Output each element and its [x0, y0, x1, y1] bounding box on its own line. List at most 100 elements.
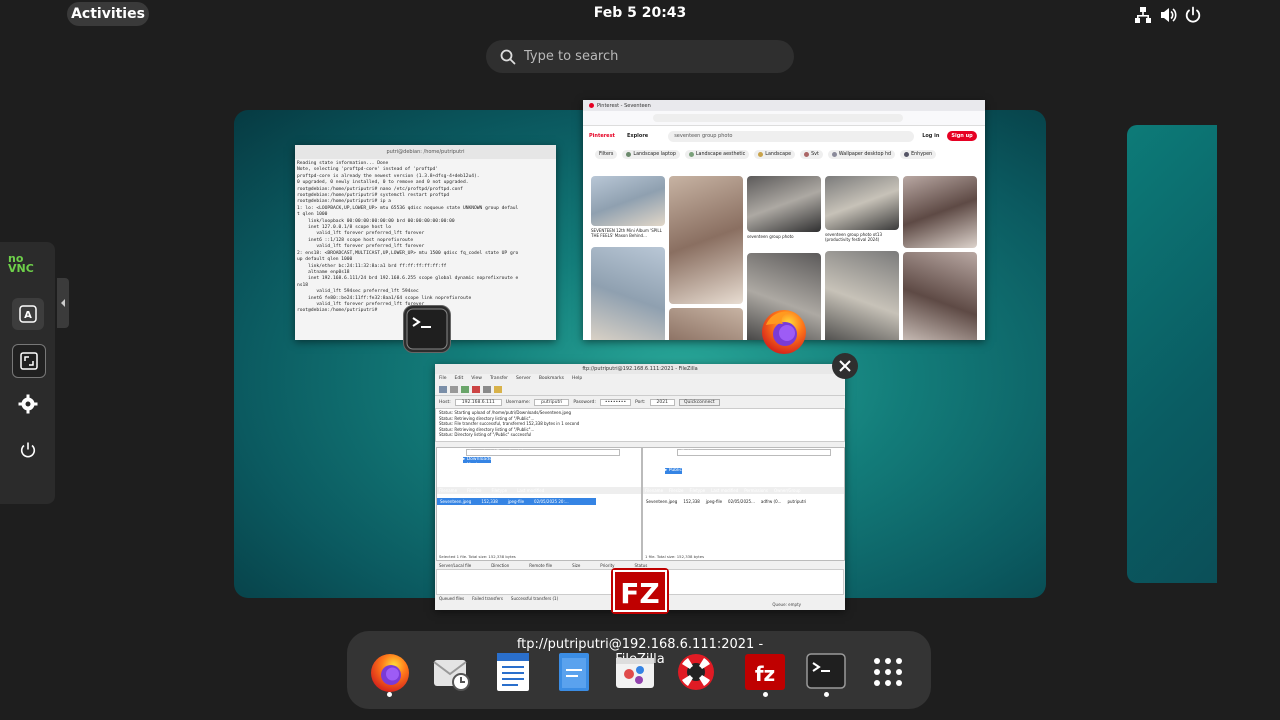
filter-chip[interactable]: Landscape laptop	[622, 149, 680, 159]
close-window-button[interactable]	[832, 353, 858, 379]
dash-software-icon[interactable]	[613, 650, 657, 694]
remote-file-row[interactable]: Seventeen.jpeg 152,338 jpeg-file 02/05/202…	[643, 498, 844, 505]
column-header[interactable]: Server/Local file	[439, 563, 471, 568]
dash-help-icon[interactable]	[674, 650, 718, 694]
filter-chip[interactable]: Landscape	[754, 149, 796, 159]
explore-link[interactable]: Explore	[627, 133, 648, 139]
dash-firefox-icon[interactable]	[368, 650, 412, 694]
filter-chip[interactable]: Svt	[800, 149, 823, 159]
quickconnect-bar: Host: 192.168.6.111 Username: putriputri P…	[435, 396, 845, 408]
pin-image[interactable]	[669, 176, 743, 304]
column-header[interactable]: Priority	[600, 563, 614, 568]
filezilla-running-indicator	[763, 692, 768, 697]
clock[interactable]: Feb 5 20:43	[560, 5, 720, 21]
network-icon[interactable]	[1134, 6, 1152, 24]
pin-column: seventeen group photo ot13 (productivity…	[825, 176, 899, 340]
username-input[interactable]: putriputri	[534, 398, 570, 406]
menu-item[interactable]: Edit	[455, 376, 464, 381]
local-file-row[interactable]: Seventeen.jpeg 152,338 jpeg-file 02/05/202…	[437, 498, 596, 505]
quickconnect-button[interactable]: Quickconnect	[678, 398, 720, 406]
dash-text-editor-icon[interactable]	[552, 650, 596, 694]
column-header[interactable]: Remote file	[529, 563, 552, 568]
novnc-panel-handle[interactable]	[57, 278, 69, 328]
power-icon[interactable]	[1184, 6, 1202, 24]
signup-button[interactable]: Sign up	[947, 131, 977, 141]
column-header[interactable]: Filesize	[467, 488, 481, 493]
menu-item[interactable]: Bookmarks	[539, 376, 564, 381]
fullscreen-button[interactable]	[12, 344, 46, 378]
dash-terminal-icon[interactable]	[804, 650, 848, 694]
column-header[interactable]: Last modified	[517, 488, 544, 493]
local-site-path[interactable]: /home/putri/Downloads/	[465, 449, 620, 456]
column-header[interactable]: Permissions	[744, 488, 768, 493]
keyboard-button[interactable]: A	[12, 298, 44, 330]
pin-column	[669, 176, 743, 340]
menu-item[interactable]: Transfer	[490, 376, 508, 381]
filter-chip[interactable]: Landscape aesthetic	[684, 149, 750, 159]
dash-writer-icon[interactable]	[491, 650, 535, 694]
pinterest-search-input[interactable]: seventeen group photo	[668, 130, 915, 142]
firefox-tabbar: Pinterest - Seventeen	[583, 100, 985, 111]
firefox-window-preview[interactable]: Pinterest - Seventeen Pinterest Explore …	[583, 100, 985, 340]
tree-item[interactable]: ▸ Public	[665, 468, 683, 474]
remote-pane: Remote site: /Public ▸ Music ▸ Pictures ▸ …	[642, 447, 845, 561]
tree-item[interactable]: ▸ Pictures	[665, 463, 844, 469]
menu-item[interactable]: Help	[572, 376, 582, 381]
dash-filezilla-icon[interactable]: fz	[743, 650, 787, 694]
column-header[interactable]: Filename	[439, 488, 457, 493]
queue-tab[interactable]: Queued files	[439, 596, 464, 601]
tree-item[interactable]: ▸ Downloads	[463, 457, 492, 463]
login-button[interactable]: Log in	[922, 133, 939, 139]
firefox-app-icon	[758, 305, 810, 357]
queue-tab[interactable]: Failed transfers	[472, 596, 503, 601]
settings-button[interactable]	[12, 388, 44, 420]
password-input[interactable]: ••••••••	[599, 398, 632, 406]
pin-image[interactable]	[903, 176, 977, 248]
app-grid-icon[interactable]	[866, 650, 910, 694]
column-header[interactable]: Filesize	[669, 488, 683, 493]
pin-image[interactable]	[669, 308, 743, 340]
activities-button[interactable]: Activities	[67, 2, 149, 26]
log-line[interactable]: Status: Directory listing of "/Public" s…	[439, 432, 841, 438]
volume-icon[interactable]	[1159, 6, 1177, 24]
filter-chip[interactable]: Wallpaper desktop hd	[827, 149, 896, 159]
pin-column	[903, 176, 977, 340]
column-header[interactable]: Filename	[645, 488, 663, 493]
remote-site-path[interactable]: /Public	[677, 449, 832, 456]
pin-image[interactable]	[825, 251, 899, 340]
host-input[interactable]: 192.168.6.111	[454, 398, 502, 406]
port-input[interactable]: 2021	[649, 398, 675, 406]
tree-item[interactable]: ▸ Pictures	[463, 468, 641, 474]
workspace-thumbnail-next[interactable]	[1127, 125, 1217, 583]
remote-tree: ▸ Music ▸ Pictures ▸ Public	[643, 457, 844, 487]
queue-tab[interactable]: Successful transfers (1)	[511, 596, 558, 601]
column-header[interactable]: Owner/Group	[774, 488, 801, 493]
firefox-tab-title: Pinterest - Seventeen	[597, 102, 651, 109]
menu-item[interactable]: Server	[516, 376, 531, 381]
filters-chip[interactable]: Filters	[595, 149, 618, 159]
svg-text:fz: fz	[755, 662, 775, 686]
firefox-urlbar[interactable]	[583, 111, 985, 126]
column-header[interactable]: Last modified	[711, 488, 738, 493]
menu-item[interactable]: View	[471, 376, 482, 381]
column-header[interactable]: Status	[635, 563, 648, 568]
column-header[interactable]: Size	[572, 563, 580, 568]
column-header[interactable]: Filetype	[492, 488, 508, 493]
terminal-running-indicator	[824, 692, 829, 697]
filter-chip[interactable]: Enhypen	[900, 149, 937, 159]
search-entry[interactable]: Type to search	[486, 40, 794, 73]
menu-item[interactable]: File	[439, 376, 447, 381]
pin-image[interactable]	[591, 247, 665, 340]
column-header[interactable]: Filetype	[690, 488, 706, 493]
disconnect-button[interactable]	[12, 434, 44, 466]
settings-icon	[18, 394, 38, 414]
pin-image[interactable]	[825, 176, 899, 230]
remote-status: 1 file. Total size: 152,338 bytes	[645, 554, 705, 559]
pin-image[interactable]	[903, 252, 977, 340]
column-header[interactable]: Direction	[491, 563, 509, 568]
local-pane: Local site: /home/putri/Downloads/ ▸ Dow…	[436, 447, 642, 561]
pin-image[interactable]	[747, 176, 821, 232]
pin-image[interactable]	[591, 176, 665, 226]
dash-mail-icon[interactable]	[430, 650, 474, 694]
terminal-output: Reading state information... Done Note, …	[297, 161, 519, 314]
